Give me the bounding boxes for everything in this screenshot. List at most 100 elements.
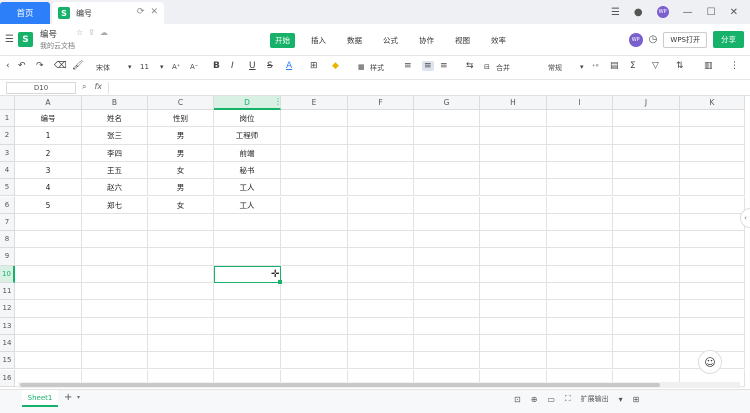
cell-j12[interactable] — [613, 300, 680, 318]
font-size-select[interactable]: 11 — [140, 63, 149, 71]
font-name-dropdown-icon[interactable]: ▾ — [128, 63, 132, 71]
cell-b14[interactable] — [82, 334, 148, 353]
style-icon[interactable]: ▦ — [358, 63, 365, 71]
cell-h10[interactable] — [480, 265, 547, 283]
cell-a7[interactable] — [15, 213, 82, 232]
cell-c2[interactable]: 男 — [148, 127, 214, 145]
cell-e14[interactable] — [281, 334, 348, 353]
cell-e12[interactable] — [281, 300, 348, 318]
cell-j13[interactable] — [613, 317, 680, 335]
cell-k8[interactable] — [680, 231, 745, 249]
cell-k5[interactable] — [680, 179, 745, 197]
cell-j3[interactable] — [613, 144, 680, 162]
scrollbar-thumb[interactable] — [20, 383, 660, 387]
cell-b5[interactable]: 赵六 — [82, 179, 148, 197]
cell-g8[interactable] — [414, 231, 480, 249]
row-header-12[interactable]: 12 — [0, 300, 15, 318]
cell-e15[interactable] — [281, 352, 348, 370]
cell-d6[interactable]: 工人 — [214, 196, 281, 214]
document-tab[interactable]: S 编号 ⟳ ✕ — [52, 2, 164, 24]
menu-collaborate[interactable]: 协作 — [414, 33, 439, 48]
cell-g6[interactable] — [414, 196, 480, 214]
cell-i10[interactable] — [547, 265, 613, 283]
status-icon-3[interactable]: ▭ — [547, 395, 555, 404]
cell-f4[interactable] — [348, 161, 414, 180]
border-icon[interactable]: ⊞ — [310, 61, 318, 71]
wrap-text-icon[interactable]: ⇆ — [466, 61, 474, 71]
cell-a4[interactable]: 3 — [15, 161, 82, 180]
column-header-e[interactable]: E — [281, 96, 348, 110]
style-button[interactable]: 样式 — [370, 63, 384, 73]
cell-a11[interactable] — [15, 283, 82, 301]
cell-g13[interactable] — [414, 317, 480, 335]
cell-b1[interactable]: 姓名 — [82, 110, 148, 128]
cell-a6[interactable]: 5 — [15, 196, 82, 214]
cell-j4[interactable] — [613, 161, 680, 180]
cell-a13[interactable] — [15, 317, 82, 335]
cell-j11[interactable] — [613, 283, 680, 301]
file-location[interactable]: 我的云文档 — [40, 41, 75, 51]
cell-b6[interactable]: 郑七 — [82, 196, 148, 214]
row-header-13[interactable]: 13 — [0, 317, 15, 335]
assistant-icon[interactable]: ☺ — [698, 350, 722, 374]
cell-h13[interactable] — [480, 317, 547, 335]
cell-b7[interactable] — [82, 213, 148, 232]
home-tab[interactable]: 首页 — [0, 2, 50, 24]
cell-e7[interactable] — [281, 213, 348, 232]
cell-k6[interactable] — [680, 196, 745, 214]
bold-button[interactable]: B — [213, 61, 220, 71]
cell-c10[interactable] — [148, 265, 214, 283]
cell-b13[interactable] — [82, 317, 148, 335]
cell-e8[interactable] — [281, 231, 348, 249]
view-mode-icon[interactable]: ⊞ — [633, 395, 640, 404]
cell-a3[interactable]: 2 — [15, 144, 82, 162]
chart-icon[interactable]: ▥ — [704, 61, 713, 71]
expand-output-icon[interactable]: ⛶ — [565, 394, 571, 404]
cell-a9[interactable] — [15, 248, 82, 266]
cell-f2[interactable] — [348, 127, 414, 145]
cell-f11[interactable] — [348, 283, 414, 301]
window-close-icon[interactable]: ✕ — [730, 7, 738, 18]
cell-k2[interactable] — [680, 127, 745, 145]
font-color-button[interactable]: A — [286, 61, 292, 71]
merge-icon[interactable]: ⊟ — [484, 63, 490, 71]
hamburger-icon[interactable]: ☰ — [5, 34, 14, 45]
cell-c6[interactable]: 女 — [148, 196, 214, 214]
column-header-f[interactable]: F — [348, 96, 414, 110]
cell-k7[interactable] — [680, 213, 745, 232]
cell-b3[interactable]: 李四 — [82, 144, 148, 162]
column-menu-icon[interactable]: ⋮ — [274, 97, 282, 106]
row-header-14[interactable]: 14 — [0, 334, 15, 353]
row-header-8[interactable]: 8 — [0, 231, 15, 249]
column-header-a[interactable]: A — [15, 96, 82, 110]
row-header-16[interactable]: 16 — [0, 369, 15, 387]
column-header-b[interactable]: B — [82, 96, 148, 110]
format-painter-icon[interactable]: 🖌 — [72, 61, 83, 71]
horizontal-scrollbar[interactable] — [18, 382, 740, 388]
menu-efficiency[interactable]: 效率 — [486, 33, 511, 48]
cell-c5[interactable]: 男 — [148, 179, 214, 197]
cell-h3[interactable] — [480, 144, 547, 162]
cell-i2[interactable] — [547, 127, 613, 145]
align-center-icon[interactable]: ≡ — [422, 61, 434, 71]
function-icon[interactable]: fx — [94, 82, 102, 92]
row-header-2[interactable]: 2 — [0, 127, 15, 145]
cell-c7[interactable] — [148, 213, 214, 232]
cell-c12[interactable] — [148, 300, 214, 318]
cell-k12[interactable] — [680, 300, 745, 318]
zoom-icon[interactable]: ⌕ — [82, 82, 86, 92]
undo-icon[interactable]: ↶ — [18, 61, 26, 71]
column-header-c[interactable]: C — [148, 96, 214, 110]
cell-h2[interactable] — [480, 127, 547, 145]
cell-k11[interactable] — [680, 283, 745, 301]
row-header-4[interactable]: 4 — [0, 161, 15, 180]
cell-c1[interactable]: 性别 — [148, 110, 214, 128]
cell-i3[interactable] — [547, 144, 613, 162]
chat-icon[interactable]: ● — [634, 7, 643, 18]
expand-output-button[interactable]: 扩展输出 — [581, 394, 609, 404]
cell-c9[interactable] — [148, 248, 214, 266]
cell-j9[interactable] — [613, 248, 680, 266]
cell-f9[interactable] — [348, 248, 414, 266]
cell-g15[interactable] — [414, 352, 480, 370]
cell-j7[interactable] — [613, 213, 680, 232]
